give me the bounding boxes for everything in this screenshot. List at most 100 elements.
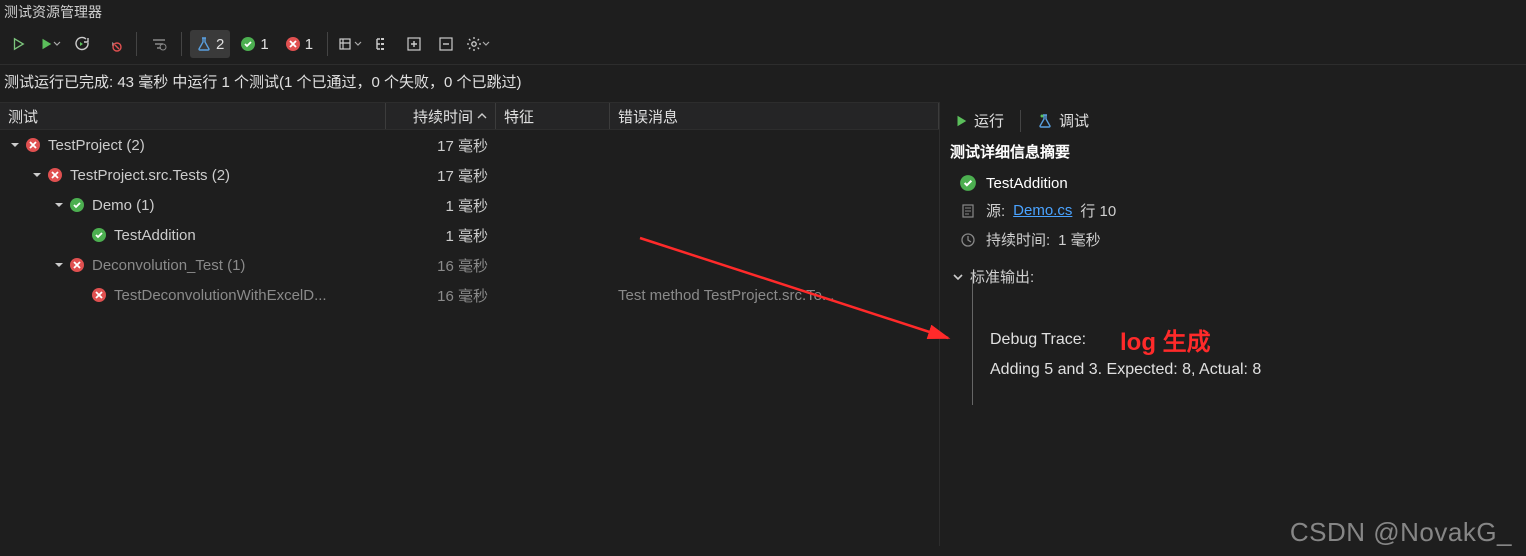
fail-icon (90, 286, 108, 304)
tree-cell-duration: 16 毫秒 (386, 255, 496, 276)
expander-icon (74, 228, 88, 242)
flask-icon (196, 36, 212, 52)
pass-icon (240, 36, 256, 52)
fail-icon (68, 256, 86, 274)
std-output-header[interactable]: 标准输出: (950, 266, 1516, 287)
tree-cell-test: TestDeconvolutionWithExcelD... (0, 286, 386, 304)
tree-item-name: Deconvolution_Test (1) (92, 257, 245, 274)
detail-debug-button[interactable]: 调试 (1033, 108, 1093, 133)
detail-duration-row: 持续时间: 1 毫秒 (950, 225, 1516, 254)
tree-item-name: Demo (1) (92, 197, 155, 214)
collapse-all-button[interactable] (432, 30, 460, 58)
tree-row[interactable]: TestProject (2) 17 毫秒 (0, 130, 939, 160)
detail-separator (1020, 110, 1021, 132)
tree-cell-test: TestProject.src.Tests (2) (0, 166, 386, 184)
expander-icon[interactable] (30, 168, 44, 182)
column-duration[interactable]: 持续时间 (386, 103, 496, 129)
column-test[interactable]: 测试 (0, 103, 386, 129)
tree-cell-duration: 17 毫秒 (386, 165, 496, 186)
tree-row[interactable]: TestDeconvolutionWithExcelD... 16 毫秒 Test … (0, 280, 939, 310)
failed-count: 1 (305, 36, 313, 53)
playlist-button[interactable] (145, 30, 173, 58)
tree-cell-duration: 1 毫秒 (386, 225, 496, 246)
tree-item-name: TestDeconvolutionWithExcelD... (114, 287, 327, 304)
tree-cell-test: TestAddition (0, 226, 386, 244)
detail-source-row: 源: Demo.cs 行 10 (950, 196, 1516, 225)
layout-icon (338, 36, 354, 52)
detail-duration-label: 持续时间: (986, 229, 1050, 250)
detail-test-name-row: TestAddition (950, 170, 1516, 196)
expand-icon (406, 36, 422, 52)
tree-item-name: TestProject.src.Tests (2) (70, 167, 230, 184)
pass-icon (90, 226, 108, 244)
play-solid-icon (954, 114, 968, 128)
clock-icon (958, 232, 978, 248)
detail-toolbar: 运行 调试 (950, 108, 1516, 141)
pass-icon (68, 196, 86, 214)
fail-icon (46, 166, 64, 184)
trace-output: Debug Trace: Adding 5 and 3. Expected: 8… (990, 325, 1516, 386)
pass-icon (958, 174, 978, 192)
tree-cell-error: Test method TestProject.src.Te... (610, 287, 939, 304)
main-split: 测试 持续时间 特征 错误消息 TestProject (2)17 毫秒Test… (0, 102, 1526, 546)
play-outline-icon (11, 37, 25, 51)
collapse-icon (438, 36, 454, 52)
gear-icon (466, 36, 482, 52)
trace-title: Debug Trace: (990, 325, 1516, 355)
settings-button[interactable] (464, 30, 492, 58)
detail-source-label: 源: (986, 200, 1005, 221)
repeat-button[interactable] (68, 30, 96, 58)
run-button[interactable] (36, 30, 64, 58)
detail-run-button[interactable]: 运行 (950, 108, 1008, 133)
stop-icon (106, 36, 122, 52)
tree-row[interactable]: Deconvolution_Test (1) 16 毫秒 (0, 250, 939, 280)
main-toolbar: 2 1 1 (0, 24, 1526, 65)
tree-cell-duration: 16 毫秒 (386, 285, 496, 306)
column-error[interactable]: 错误消息 (610, 103, 939, 129)
fail-icon (285, 36, 301, 52)
expand-all-button[interactable] (400, 30, 428, 58)
toolbar-separator (181, 32, 182, 56)
group-by-button[interactable] (368, 30, 396, 58)
total-count: 2 (216, 36, 224, 53)
tree-cell-test: Deconvolution_Test (1) (0, 256, 386, 274)
show-test-button[interactable] (336, 30, 364, 58)
toolbar-separator (327, 32, 328, 56)
detail-duration-value: 1 毫秒 (1058, 229, 1101, 250)
filter-failed[interactable]: 1 (279, 30, 319, 58)
tree-item-name: TestAddition (114, 227, 196, 244)
test-tree[interactable]: TestProject (2)17 毫秒TestProject.src.Test… (0, 130, 939, 546)
column-traits[interactable]: 特征 (496, 103, 610, 129)
run-all-button[interactable] (4, 30, 32, 58)
tree-item-name: TestProject (2) (48, 137, 145, 154)
test-tree-pane: 测试 持续时间 特征 错误消息 TestProject (2)17 毫秒Test… (0, 102, 940, 546)
tree-cell-test: Demo (1) (0, 196, 386, 214)
column-headers: 测试 持续时间 特征 错误消息 (0, 102, 939, 130)
chevron-down-icon (952, 271, 964, 283)
filter-total[interactable]: 2 (190, 30, 230, 58)
status-summary: 测试运行已完成: 43 毫秒 中运行 1 个测试(1 个已通过，0 个失败，0 … (0, 65, 1526, 102)
debug-flask-icon (1037, 113, 1053, 129)
tree-row[interactable]: TestProject.src.Tests (2) 17 毫秒 (0, 160, 939, 190)
filter-icon (151, 36, 167, 52)
expander-icon[interactable] (8, 138, 22, 152)
stop-button[interactable] (100, 30, 128, 58)
detail-source-link[interactable]: Demo.cs (1013, 202, 1072, 219)
repeat-icon (74, 36, 90, 52)
std-output-label: 标准输出: (970, 266, 1034, 287)
tree-cell-duration: 17 毫秒 (386, 135, 496, 156)
tree-row[interactable]: Demo (1) 1 毫秒 (0, 190, 939, 220)
detail-test-name: TestAddition (986, 175, 1068, 192)
tree-cell-duration: 1 毫秒 (386, 195, 496, 216)
detail-run-label: 运行 (974, 110, 1004, 131)
watermark: CSDN @NovakG_ (1290, 517, 1512, 548)
hierarchy-icon (374, 36, 390, 52)
column-duration-label: 持续时间 (413, 106, 473, 127)
expander-icon[interactable] (52, 258, 66, 272)
window-title: 测试资源管理器 (0, 0, 1526, 24)
tree-row[interactable]: TestAddition 1 毫秒 (0, 220, 939, 250)
expander-icon[interactable] (52, 198, 66, 212)
filter-passed[interactable]: 1 (234, 30, 274, 58)
detail-summary-title: 测试详细信息摘要 (950, 141, 1516, 162)
detail-source-line: 行 10 (1080, 200, 1116, 221)
